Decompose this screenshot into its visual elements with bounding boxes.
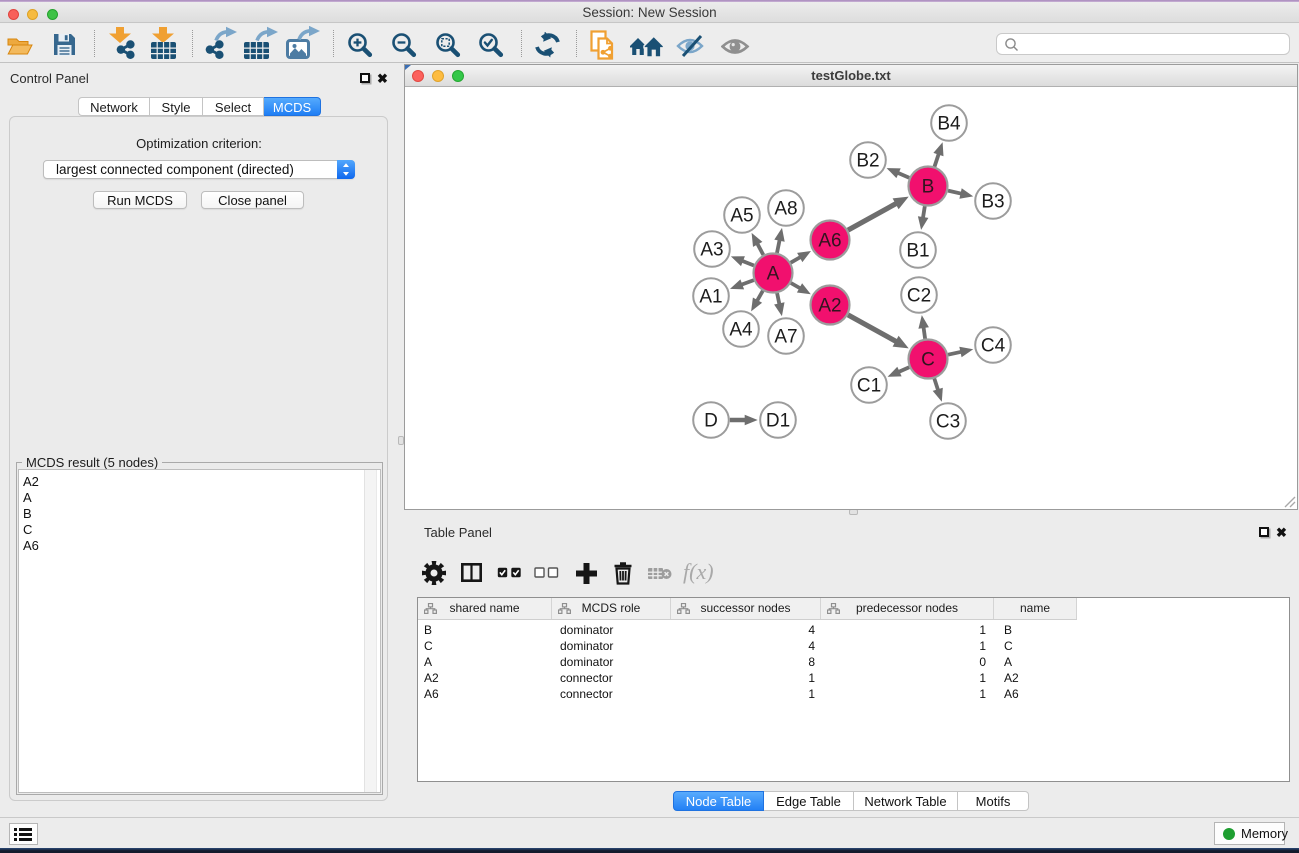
svg-text:D: D — [704, 411, 718, 432]
svg-text:A4: A4 — [729, 320, 753, 341]
svg-text:B4: B4 — [937, 114, 961, 135]
svg-text:A7: A7 — [774, 327, 797, 348]
svg-text:C2: C2 — [907, 286, 931, 307]
svg-text:B: B — [922, 177, 935, 198]
svg-text:A2: A2 — [818, 296, 841, 317]
svg-text:A1: A1 — [699, 287, 722, 308]
svg-text:B3: B3 — [981, 192, 1004, 213]
svg-text:A5: A5 — [730, 206, 753, 227]
svg-text:C1: C1 — [857, 376, 881, 397]
svg-text:C: C — [921, 350, 935, 371]
svg-text:B2: B2 — [856, 151, 879, 172]
svg-text:A: A — [767, 264, 780, 285]
svg-text:D1: D1 — [766, 411, 790, 432]
svg-text:A6: A6 — [818, 231, 841, 252]
svg-text:A8: A8 — [774, 199, 797, 220]
svg-text:A3: A3 — [700, 240, 723, 261]
svg-text:C3: C3 — [936, 412, 960, 433]
svg-text:C4: C4 — [981, 336, 1006, 357]
svg-text:B1: B1 — [906, 241, 929, 262]
